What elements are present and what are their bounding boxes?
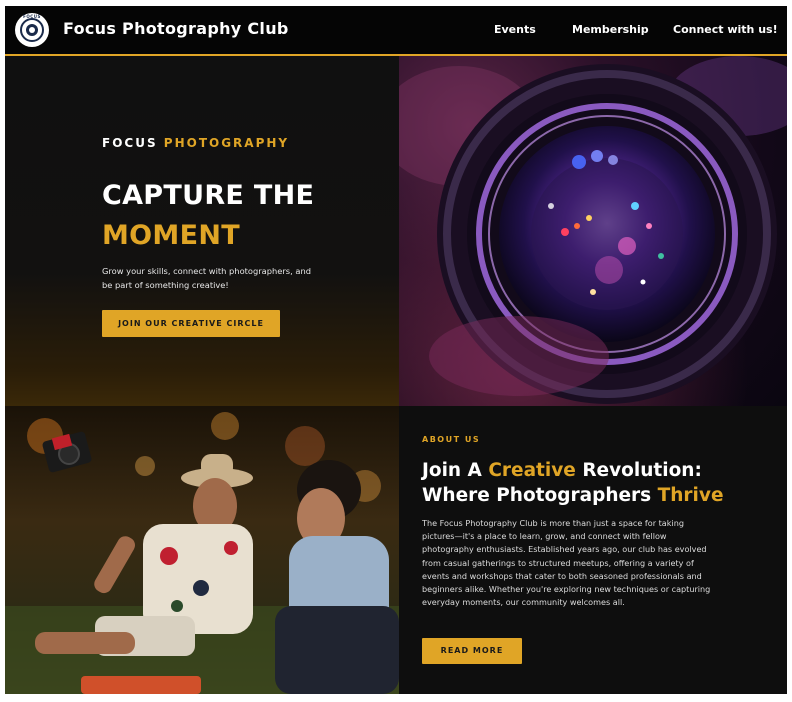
about-body: The Focus Photography Club is more than … xyxy=(422,518,711,608)
page: FOCUS Focus Photography Club Events Memb… xyxy=(5,6,787,694)
hero-section: FOCUS PHOTOGRAPHY CAPTURE THE MOMENT Gro… xyxy=(5,56,399,406)
about-label: ABOUT US xyxy=(422,435,481,444)
about-section: ABOUT US Join A Creative Revolution: Whe… xyxy=(399,406,787,694)
nav-events[interactable]: Events xyxy=(494,23,536,36)
lens-illustration xyxy=(399,56,787,406)
brand-name[interactable]: Focus Photography Club xyxy=(63,19,289,38)
hero-subtitle: Grow your skills, connect with photograp… xyxy=(102,266,311,290)
eyebrow-photography: PHOTOGRAPHY xyxy=(163,136,290,150)
hero-title-line-1: CAPTURE THE xyxy=(102,180,315,211)
camera-lens-image xyxy=(399,56,787,406)
club-logo[interactable]: FOCUS xyxy=(15,13,49,47)
about-heading-creative: Creative xyxy=(488,460,576,481)
hero-title-line-2: MOMENT xyxy=(102,220,240,251)
eyebrow-focus: FOCUS xyxy=(102,136,158,150)
read-more-button[interactable]: READ MORE xyxy=(422,638,522,664)
about-heading: Join A Creative Revolution: Where Photog… xyxy=(422,458,724,508)
photographers-image xyxy=(5,406,399,694)
nav-connect[interactable]: Connect with us! xyxy=(673,23,778,36)
nav-membership[interactable]: Membership xyxy=(572,23,649,36)
hero-title: CAPTURE THE MOMENT xyxy=(102,176,314,256)
hero-eyebrow: FOCUS PHOTOGRAPHY xyxy=(102,136,289,150)
about-heading-where: Where Photographers xyxy=(422,485,652,506)
about-heading-join: Join A xyxy=(422,460,482,481)
site-header: FOCUS Focus Photography Club Events Memb… xyxy=(5,6,787,56)
logo-lens-center xyxy=(29,27,35,33)
join-creative-circle-button[interactable]: JOIN OUR CREATIVE CIRCLE xyxy=(102,310,280,337)
about-heading-revolution: Revolution: xyxy=(582,460,702,481)
photographers-illustration xyxy=(5,412,399,694)
about-heading-thrive: Thrive xyxy=(657,485,724,506)
